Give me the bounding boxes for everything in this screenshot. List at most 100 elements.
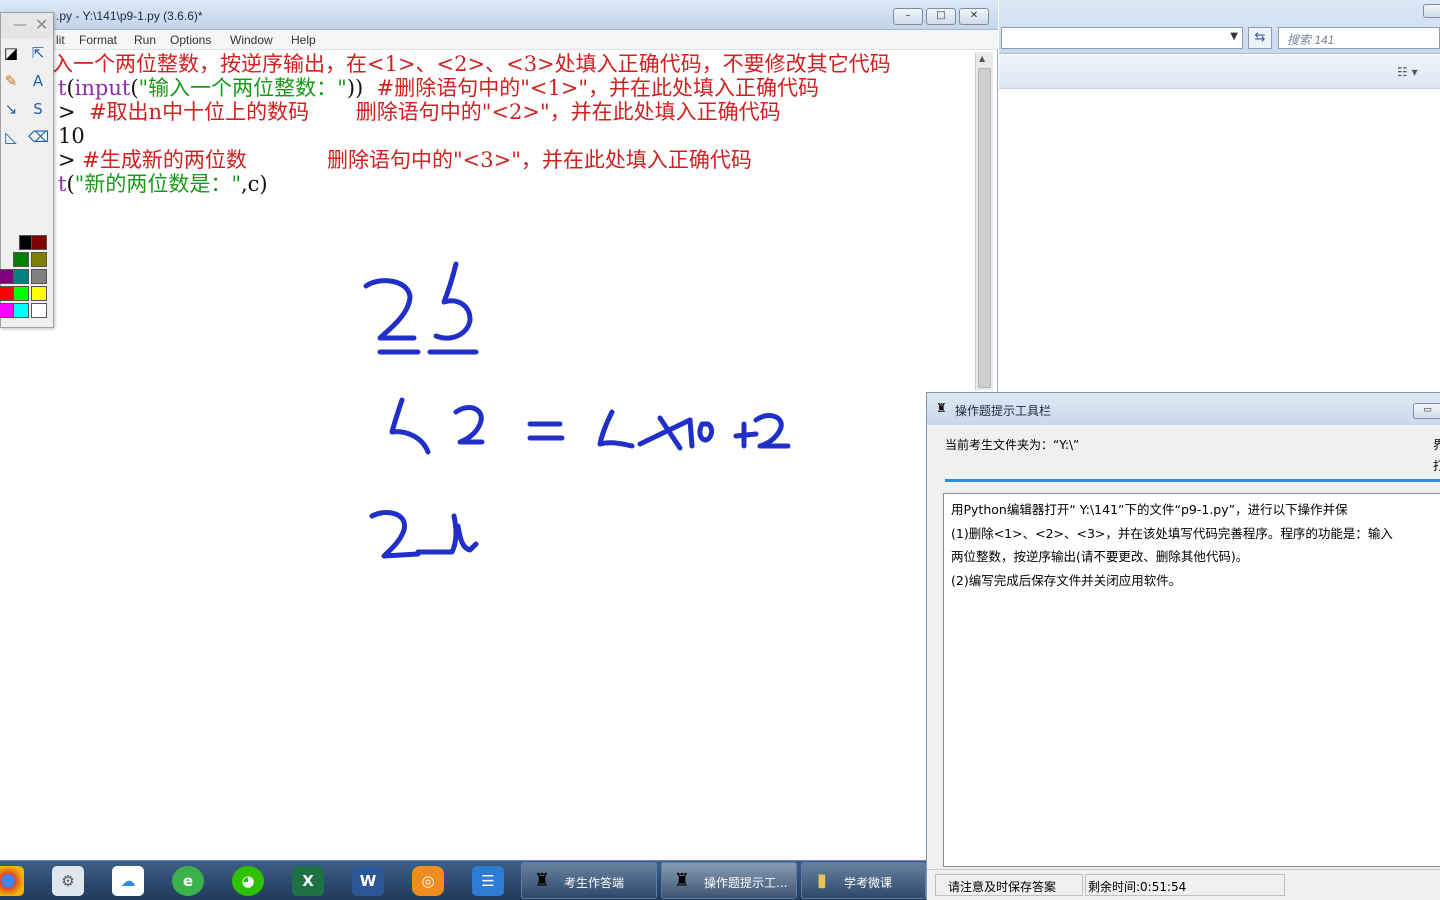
pointer-tool-icon[interactable]: ⇱ xyxy=(28,43,48,63)
code-token: ( xyxy=(130,76,139,100)
eraser-tool-icon[interactable]: ⌫ xyxy=(28,127,49,147)
chrome-icon[interactable] xyxy=(0,866,24,896)
select-tool-icon[interactable]: ◪ xyxy=(1,43,21,63)
explorer-toolbar: ☷ ▾ xyxy=(999,55,1440,89)
pen-tool-icon[interactable]: ✎ xyxy=(1,71,21,91)
status-bar: 请注意及时保存答案 剩余时间:0:51:54 xyxy=(927,869,1440,900)
pen-tool-palette: — ✕ ◪ ⇱ ✎ A ↘ S ◺ ⌫ xyxy=(0,12,54,328)
idle-window-title: .py - Y:\141\p9-1.py (3.6.6)* xyxy=(56,9,203,23)
code-token: #删除语句中的"<1>"，并在此处填入正确代码 xyxy=(376,76,820,100)
taskbar: ⚙ ☁ e ◕ X W ◎ ☰ ♜ 考生作答端 ♜ 操作题提示工... ▮ 学考… xyxy=(0,860,926,900)
hint-window-title: 操作题提示工具栏 xyxy=(955,404,1052,418)
pen-app-icon: ♜ xyxy=(673,870,691,891)
code-token: ( xyxy=(66,172,75,196)
app-grid-icon[interactable]: ☰ xyxy=(472,866,504,896)
code-token: ( xyxy=(66,76,75,100)
menu-window[interactable]: Window xyxy=(230,33,273,47)
maximize-button[interactable]: □ xyxy=(926,8,956,25)
task-label: 操作题提示工... xyxy=(704,876,788,890)
arrow-tool-icon[interactable]: ↘ xyxy=(1,99,21,119)
color-swatch[interactable] xyxy=(31,303,47,318)
explorer-address-bar: ▼ ⇆ 搜索 141 xyxy=(999,0,1440,54)
vertical-scrollbar[interactable]: ▲ xyxy=(975,52,993,390)
color-swatch[interactable] xyxy=(31,252,47,267)
menu-help[interactable]: Help xyxy=(291,33,316,47)
idle-menubar: lit Format Run Options Window Help xyxy=(0,30,998,50)
hint-minimize-button[interactable]: ▭ xyxy=(1413,403,1440,419)
code-line: t("新的两位数是：",c) xyxy=(58,172,268,196)
code-line: > #取出n中十位上的数码 删除语句中的"<2>"，并在此处填入正确代码 xyxy=(58,100,781,124)
instruction-line: 两位整数，按逆序输出(请不要更改、删除其他代码)。 xyxy=(951,549,1249,564)
task-label: 考生作答端 xyxy=(564,876,625,890)
scrollbar-thumb[interactable] xyxy=(978,68,991,388)
instructions-textbox[interactable]: 用Python编辑器打开“ Y:\141”下的文件“p9-1.py”，进行以下操… xyxy=(943,493,1440,867)
instruction-line: 用Python编辑器打开“ Y:\141”下的文件“p9-1.py”，进行以下操… xyxy=(951,502,1348,517)
code-editor[interactable]: 入一个两位整数，按逆序输出，在<1>、<2>、<3>处填入正确代码，不要修改其它… xyxy=(0,52,974,860)
exam-folder-label: 当前考生文件夹为：“Y:\” xyxy=(945,438,1080,452)
app-pen-icon: ♜ xyxy=(936,401,947,415)
color-swatch[interactable] xyxy=(13,252,29,267)
code-token: > xyxy=(58,100,89,124)
palette-minimize-icon[interactable]: — xyxy=(13,17,27,33)
hint-side-label: 界 xyxy=(1433,438,1440,452)
baidu-netdisk-icon[interactable]: ☁ xyxy=(112,866,144,896)
instruction-line: (1)删除<1>、<2>、<3>，并在该处填写代码完善程序。程序的功能是：输入 xyxy=(951,526,1393,541)
code-token: 10 xyxy=(58,124,85,148)
color-swatch[interactable] xyxy=(13,286,29,301)
pen-app-icon: ♜ xyxy=(533,870,551,891)
code-token: "新的两位数是：" xyxy=(74,172,241,196)
color-swatch[interactable] xyxy=(13,303,29,318)
code-token: > xyxy=(58,148,83,172)
code-token: #生成新的两位数 删除语句中的"<3>"，并在此处填入正确代码 xyxy=(82,148,752,172)
code-line: 10 xyxy=(58,124,85,148)
media-app-icon[interactable]: ◎ xyxy=(412,866,444,896)
search-input[interactable]: 搜索 141 xyxy=(1278,27,1440,49)
menu-options[interactable]: Options xyxy=(170,33,211,47)
hint-side-label: 打 xyxy=(1433,459,1440,473)
code-token: )) xyxy=(346,76,377,100)
code-token: 入一个两位整数，按逆序输出，在<1>、<2>、<3>处填入正确代码，不要修改其它… xyxy=(52,52,891,76)
color-swatch[interactable] xyxy=(13,269,29,284)
refresh-icon[interactable]: ⇆ xyxy=(1248,27,1272,49)
file-explorer-window: ▼ ⇆ 搜索 141 ☷ ▾ xyxy=(999,0,1440,392)
taskbar-task-folder[interactable]: ▮ 学考微课 xyxy=(801,862,926,899)
code-line: > #生成新的两位数 删除语句中的"<3>"，并在此处填入正确代码 xyxy=(58,148,752,172)
code-token: input xyxy=(74,76,131,100)
code-token: #取出n中十位上的数码 删除语句中的"<2>"，并在此处填入正确代码 xyxy=(88,100,781,124)
browser-icon[interactable]: e xyxy=(172,866,204,896)
settings-app-icon[interactable]: ⚙ xyxy=(52,866,84,896)
task-label: 学考微课 xyxy=(844,876,893,890)
code-line: 入一个两位整数，按逆序输出，在<1>、<2>、<3>处填入正确代码，不要修改其它… xyxy=(52,52,891,76)
idle-window-controls: – □ ✕ xyxy=(893,8,989,25)
save-reminder: 请注意及时保存答案 xyxy=(935,874,1083,896)
idle-editor-window: .py - Y:\141\p9-1.py (3.6.6)* – □ ✕ lit … xyxy=(0,0,998,860)
shape-tool-icon[interactable]: ◺ xyxy=(1,127,21,147)
curve-tool-icon[interactable]: S xyxy=(28,99,48,119)
text-tool-icon[interactable]: A xyxy=(28,71,48,91)
address-input[interactable]: ▼ xyxy=(1001,27,1243,49)
menu-format[interactable]: Format xyxy=(79,33,117,47)
wechat-icon[interactable]: ◕ xyxy=(232,866,264,896)
taskbar-task-exam-client[interactable]: ♜ 考生作答端 xyxy=(521,862,657,899)
scroll-up-icon[interactable]: ▲ xyxy=(979,54,985,63)
code-token: ,c) xyxy=(240,172,268,196)
word-icon[interactable]: W xyxy=(352,866,384,896)
code-token: "输入一个两位整数：" xyxy=(138,76,347,100)
divider-bar xyxy=(945,479,1440,482)
taskbar-task-hint-toolbar[interactable]: ♜ 操作题提示工... xyxy=(661,862,797,899)
palette-close-icon[interactable]: ✕ xyxy=(35,15,48,34)
color-swatch[interactable] xyxy=(31,269,47,284)
close-button[interactable]: ✕ xyxy=(959,8,989,25)
color-swatch[interactable] xyxy=(31,235,47,250)
color-swatch[interactable] xyxy=(31,286,47,301)
view-options-icon[interactable]: ☷ ▾ xyxy=(1397,65,1418,79)
menu-edit[interactable]: lit xyxy=(56,33,65,47)
menu-run[interactable]: Run xyxy=(134,33,156,47)
minimize-button[interactable]: – xyxy=(893,8,923,25)
idle-titlebar[interactable]: .py - Y:\141\p9-1.py (3.6.6)* – □ ✕ xyxy=(0,0,998,30)
excel-icon[interactable]: X xyxy=(292,866,324,896)
palette-header[interactable]: — ✕ xyxy=(1,13,53,39)
chevron-down-icon[interactable]: ▼ xyxy=(1230,31,1238,42)
explorer-minimize-button[interactable] xyxy=(1423,4,1440,18)
hint-titlebar[interactable]: ♜ 操作题提示工具栏 ▭ xyxy=(927,393,1440,425)
